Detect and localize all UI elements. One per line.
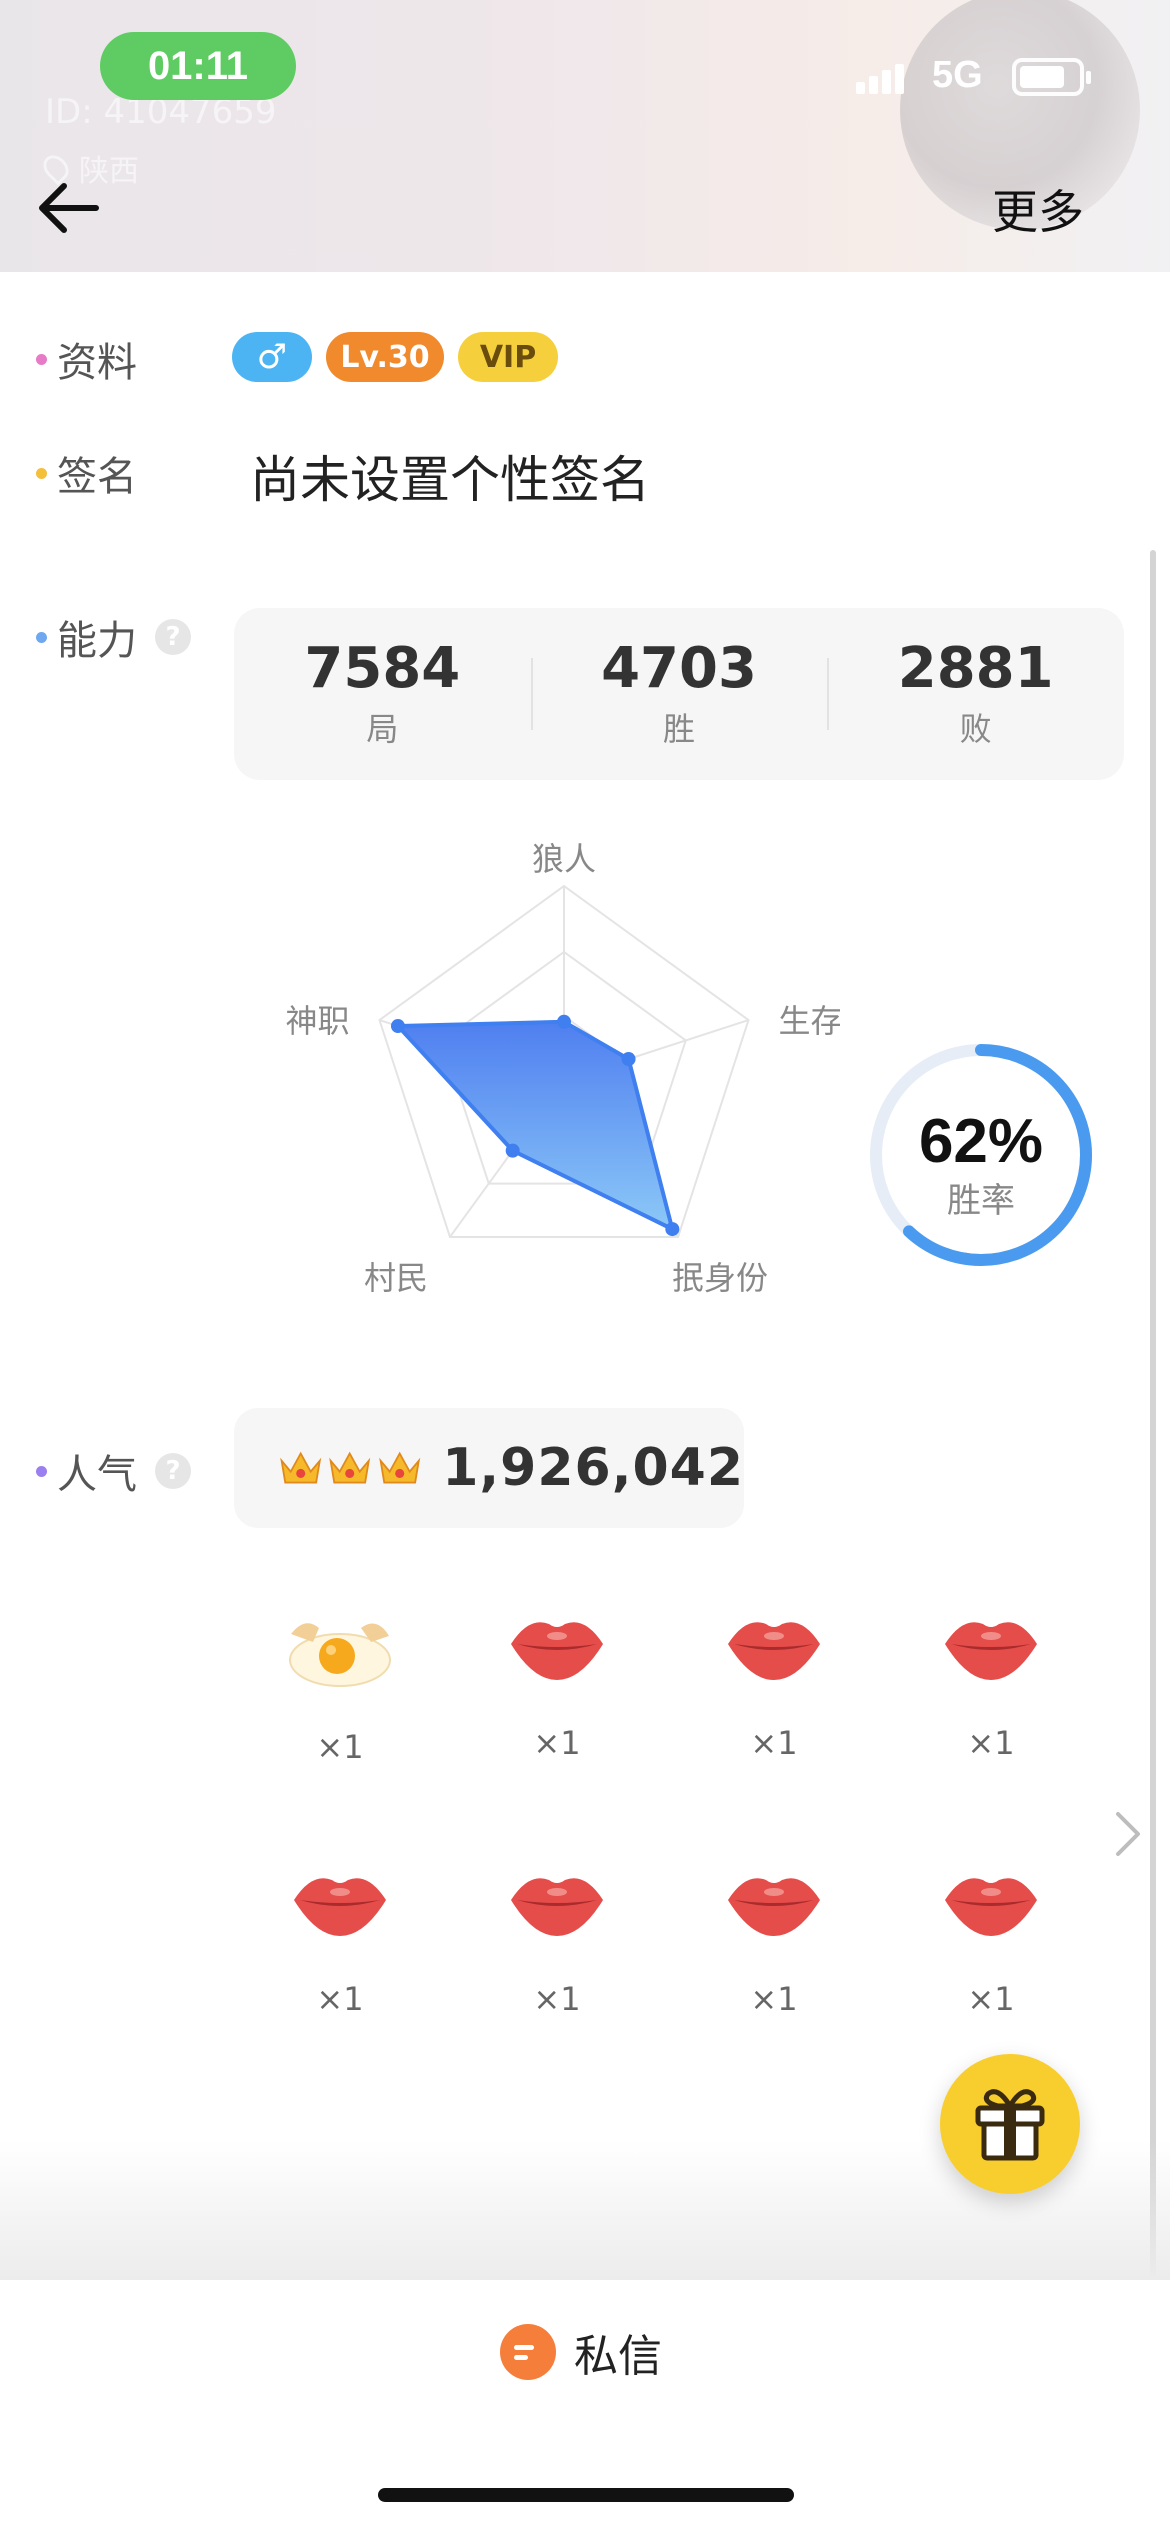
stat-losses: 2881 败: [827, 608, 1124, 780]
radar-point: [390, 1019, 405, 1034]
info-row-label: 资料: [36, 330, 137, 388]
gift-item[interactable]: ×1: [694, 1866, 854, 2018]
stat-wins: 4703 胜: [530, 608, 828, 780]
radar-axis-label: 神职: [285, 1002, 349, 1040]
crown-icon: [329, 1451, 371, 1484]
lips-icon: [728, 1622, 820, 1680]
popularity-label-text: 人气: [57, 1452, 137, 1498]
lips-icon: [945, 1878, 1037, 1936]
private-message-button[interactable]: 私信: [500, 2320, 662, 2384]
stat-wins-value: 4703: [601, 636, 757, 702]
popularity-box: 1,926,042: [234, 1408, 744, 1528]
badges-group: ♂ Lv.30 VIP: [232, 332, 558, 382]
private-message-label: 私信: [574, 2331, 662, 2382]
stat-games-caption: 局: [366, 709, 399, 748]
chevron-right-icon[interactable]: [1108, 1806, 1148, 1862]
radar-axis-label: 村民: [364, 1259, 428, 1297]
crown-icon: [378, 1451, 421, 1484]
signature-label-text: 签名: [57, 454, 137, 500]
stat-losses-caption: 败: [959, 709, 992, 748]
send-gift-button[interactable]: [940, 2054, 1080, 2194]
cellular-signal-icon: [856, 64, 904, 94]
ability-dot: [36, 631, 47, 643]
gift-item[interactable]: ×1: [477, 1610, 637, 1766]
radar-point: [621, 1052, 636, 1067]
lips-icon: [294, 1878, 386, 1936]
stat-losses-value: 2881: [897, 636, 1054, 702]
popularity-help-icon[interactable]: ?: [155, 1453, 191, 1489]
radar-point: [665, 1222, 680, 1237]
gift-count: ×1: [316, 1980, 364, 2018]
stats-box: 7584 局 4703 胜 2881 败: [234, 608, 1124, 780]
radar-axis-label: 生存: [778, 1002, 840, 1040]
lips-icon: [728, 1878, 820, 1936]
popularity-dot: [36, 1465, 47, 1477]
home-indicator: [378, 2488, 794, 2502]
gift-item[interactable]: ×1: [911, 1866, 1071, 2018]
scrollbar[interactable]: [1150, 550, 1156, 2280]
radar-point: [505, 1143, 520, 1158]
gift-item[interactable]: ×1: [694, 1610, 854, 1766]
gift-grid: ×1 ×1 ×1 ×1 ×1 ×1 ×1 ×1: [260, 1610, 1140, 2018]
signature-dot: [36, 467, 47, 479]
radar-axis-label: 狼人: [532, 840, 596, 878]
status-bar-time: 01:11: [100, 32, 296, 100]
gift-count: ×1: [750, 1980, 798, 2018]
egg-icon: [289, 1623, 391, 1687]
gift-box-icon: [975, 2089, 1045, 2161]
battery-icon: [1012, 58, 1091, 96]
gift-item[interactable]: ×1: [260, 1610, 420, 1766]
win-rate-ring: 62% 胜率: [870, 1044, 1092, 1266]
radar-point: [557, 1014, 571, 1029]
gift-count: ×1: [316, 1728, 364, 1766]
ability-radar-chart: 狼人生存抿身份 村民 神职: [285, 840, 840, 1297]
lips-icon: [945, 1622, 1037, 1680]
vip-badge: VIP: [458, 332, 558, 382]
back-arrow-icon[interactable]: [34, 178, 104, 238]
stat-games-value: 7584: [304, 636, 461, 702]
gift-count: ×1: [967, 1980, 1015, 2018]
popularity-value: 1,926,042: [442, 1438, 744, 1498]
network-type: 5G: [932, 54, 983, 96]
profile-header: ID: 41047659 陕西 01:11 5G 更多: [0, 0, 1170, 272]
lips-icon: [511, 1878, 603, 1936]
win-rate-value: 62%: [919, 1107, 1043, 1176]
ability-label-text: 能力: [57, 618, 137, 664]
win-rate-caption: 胜率: [947, 1181, 1015, 1221]
gender-badge: ♂: [232, 332, 312, 382]
stat-games: 7584 局: [234, 608, 531, 780]
ability-help-icon[interactable]: ?: [155, 619, 191, 655]
level-badge: Lv.30: [326, 332, 444, 382]
radar-axis-label: 抿身份: [672, 1259, 768, 1297]
info-dot: [36, 353, 47, 365]
chat-bubble-icon: [500, 2324, 556, 2380]
signature-row-label: 签名: [36, 444, 137, 502]
gift-count: ×1: [533, 1980, 581, 2018]
gift-item[interactable]: ×1: [260, 1866, 420, 2018]
info-label-text: 资料: [57, 340, 137, 386]
crown-icon: [280, 1451, 322, 1484]
ability-row-label: 能力 ?: [36, 608, 191, 666]
gift-count: ×1: [750, 1724, 798, 1762]
more-button[interactable]: 更多: [992, 176, 1084, 242]
popularity-row-label: 人气 ?: [36, 1442, 191, 1500]
signature-text: 尚未设置个性签名: [250, 451, 650, 509]
gift-count: ×1: [967, 1724, 1015, 1762]
gift-count: ×1: [533, 1724, 581, 1762]
lips-icon: [511, 1622, 603, 1680]
gift-item[interactable]: ×1: [911, 1610, 1071, 1766]
stat-wins-caption: 胜: [663, 709, 696, 748]
gift-item[interactable]: ×1: [477, 1866, 637, 2018]
